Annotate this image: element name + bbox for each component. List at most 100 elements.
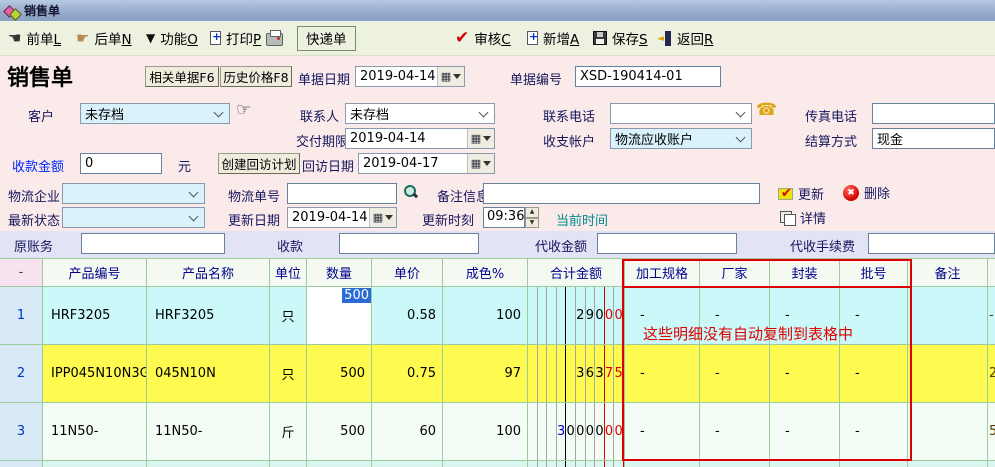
old-account-input[interactable] — [81, 233, 225, 254]
manufacturer-cell[interactable]: - — [700, 345, 770, 402]
total-amount-cell[interactable]: 3000000 — [528, 403, 625, 460]
contact-combo[interactable]: 未存档 — [345, 103, 495, 124]
rownum-cell[interactable] — [0, 461, 43, 467]
received-amount-input[interactable] — [80, 153, 162, 174]
audit-button[interactable]: ✔ 审核C — [455, 28, 511, 48]
package-cell[interactable]: - — [770, 287, 840, 344]
receipt-input[interactable] — [339, 233, 479, 254]
remark-input[interactable] — [483, 183, 760, 204]
package-cell[interactable]: - — [770, 403, 840, 460]
note-cell[interactable] — [908, 287, 988, 344]
unit-cell[interactable] — [270, 461, 307, 467]
printer-icon[interactable] — [266, 33, 283, 46]
collect-amount-input[interactable] — [597, 233, 737, 254]
related-docs-button[interactable]: 相关单据F6 — [145, 66, 219, 87]
spec-cell[interactable]: - — [625, 345, 700, 402]
purity-cell[interactable]: 100 — [443, 403, 528, 460]
prev-order-button[interactable]: ☚ 前单L — [8, 28, 61, 48]
update-button[interactable]: 更新 — [778, 184, 824, 203]
purity-cell[interactable]: 100 — [443, 287, 528, 344]
back-button[interactable]: 返回R — [657, 28, 713, 48]
package-cell[interactable] — [770, 461, 840, 467]
delivery-date-picker[interactable]: 2019-04-14 ▦ — [345, 128, 495, 149]
batch-cell[interactable]: - — [840, 403, 908, 460]
cutoff-cell[interactable]: 2 — [988, 345, 995, 402]
calendar-dropdown-icon[interactable]: ▦ — [467, 154, 494, 173]
total-amount-cell[interactable]: 29000 — [528, 287, 625, 344]
product-name-cell[interactable]: 045N10N — [147, 345, 270, 402]
manufacturer-cell[interactable]: - — [700, 287, 770, 344]
doc-no-input[interactable] — [575, 66, 721, 87]
doc-date-picker[interactable]: 2019-04-14 ▦ — [355, 66, 465, 87]
product-code-cell[interactable] — [43, 461, 147, 467]
batch-cell[interactable]: - — [840, 287, 908, 344]
fax-input[interactable] — [872, 103, 995, 124]
collect-fee-input[interactable] — [868, 233, 995, 254]
unit-price-cell[interactable]: 60 — [372, 403, 443, 460]
waybill-input[interactable] — [287, 183, 397, 204]
note-cell[interactable] — [908, 461, 988, 467]
unit-cell[interactable]: 只 — [270, 345, 307, 402]
phone-combo[interactable] — [610, 103, 752, 124]
quantity-cell[interactable]: 500 — [307, 287, 372, 344]
delete-button[interactable]: ✖ 删除 — [843, 183, 890, 202]
quantity-cell[interactable]: 500 — [307, 345, 372, 402]
total-amount-cell[interactable]: 36375 — [528, 345, 625, 402]
rownum-cell[interactable]: 1 — [0, 287, 43, 344]
pick-customer-icon[interactable]: ☞ — [236, 103, 251, 117]
rownum-cell[interactable]: 2 — [0, 345, 43, 402]
selected-edit-text[interactable]: 500 — [342, 288, 371, 303]
spec-cell[interactable]: - — [625, 287, 700, 344]
spec-cell[interactable]: - — [625, 403, 700, 460]
table-row[interactable]: 1 HRF3205 HRF3205 只 500 0.58 100 29000 -… — [0, 287, 995, 345]
update-time-spinner[interactable]: 09:36 ▲▼ — [483, 207, 539, 228]
settle-input[interactable] — [872, 128, 995, 149]
calendar-dropdown-icon[interactable]: ▦ — [467, 129, 494, 148]
product-name-cell[interactable]: 11N50- — [147, 403, 270, 460]
note-cell[interactable] — [908, 345, 988, 402]
create-visit-plan-button[interactable]: 创建回访计划 — [218, 153, 300, 174]
product-code-cell[interactable]: 11N50- — [43, 403, 147, 460]
current-time-link[interactable]: 当前时间 — [556, 210, 608, 229]
dial-phone-icon[interactable]: ☎ — [756, 103, 777, 118]
calendar-dropdown-icon[interactable]: ▦ — [369, 208, 396, 227]
spin-buttons[interactable]: ▲▼ — [525, 207, 539, 228]
next-order-button[interactable]: ☛ 后单N — [76, 28, 132, 48]
print-button[interactable]: 打印P — [210, 28, 283, 48]
visit-date-picker[interactable]: 2019-04-17 ▦ — [358, 153, 495, 174]
calendar-dropdown-icon[interactable]: ▦ — [437, 67, 464, 86]
spec-cell[interactable] — [625, 461, 700, 467]
cutoff-cell[interactable]: 5 — [988, 403, 995, 460]
total-amount-cell[interactable] — [528, 461, 625, 467]
detail-button[interactable]: 详情 — [780, 208, 826, 227]
batch-cell[interactable]: - — [840, 345, 908, 402]
unit-cell[interactable]: 只 — [270, 287, 307, 344]
update-date-picker[interactable]: 2019-04-14 ▦ — [287, 207, 397, 228]
new-button[interactable]: 新增A — [527, 28, 579, 48]
search-waybill-icon[interactable] — [403, 184, 419, 200]
unit-cell[interactable]: 斤 — [270, 403, 307, 460]
cutoff-cell[interactable] — [988, 461, 995, 467]
functions-button[interactable]: ▼ 功能O — [146, 28, 198, 48]
account-combo[interactable]: 物流应收账户 — [610, 128, 752, 149]
rownum-cell[interactable]: 3 — [0, 403, 43, 460]
manufacturer-cell[interactable]: - — [700, 403, 770, 460]
package-cell[interactable]: - — [770, 345, 840, 402]
product-name-cell[interactable] — [147, 461, 270, 467]
table-row[interactable]: 3 11N50- 11N50- 斤 500 60 100 3000000 - -… — [0, 403, 995, 461]
purity-cell[interactable]: 97 — [443, 345, 528, 402]
save-button[interactable]: 保存S — [593, 28, 648, 48]
table-row[interactable]: 2 IPP045N10N3G 045N10N 只 500 0.75 97 363… — [0, 345, 995, 403]
batch-cell[interactable] — [840, 461, 908, 467]
table-row[interactable] — [0, 461, 995, 467]
note-cell[interactable] — [908, 403, 988, 460]
purity-cell[interactable] — [443, 461, 528, 467]
unit-price-cell[interactable] — [372, 461, 443, 467]
product-name-cell[interactable]: HRF3205 — [147, 287, 270, 344]
history-price-button[interactable]: 历史价格F8 — [220, 66, 292, 87]
manufacturer-cell[interactable] — [700, 461, 770, 467]
quantity-cell[interactable] — [307, 461, 372, 467]
unit-price-cell[interactable]: 0.58 — [372, 287, 443, 344]
unit-price-cell[interactable]: 0.75 — [372, 345, 443, 402]
product-code-cell[interactable]: IPP045N10N3G — [43, 345, 147, 402]
